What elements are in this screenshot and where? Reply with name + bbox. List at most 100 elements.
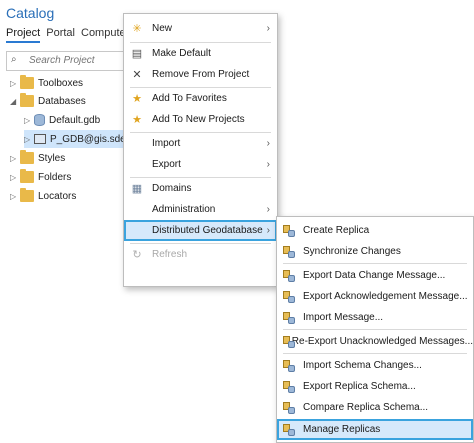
menu-item-label: Export Acknowledgement Message... [303,291,468,302]
submenu-arrow-icon: › [266,159,270,170]
menu-item-label: Export Data Change Message... [303,270,446,281]
menu-item-label: Export Replica Schema... [303,381,416,392]
submenu-item-export-replica-schema[interactable]: Export Replica Schema... [277,376,473,397]
menu-separator [283,263,467,264]
submenu-item-re-export-unacknowledged-messages[interactable]: Re-Export Unacknowledged Messages... [277,331,473,352]
menu-item-add-to-favorites[interactable]: ★ Add To Favorites [124,88,277,109]
submenu-arrow-icon: › [266,23,270,34]
manage-replicas-icon [283,423,295,436]
expand-caret-icon[interactable]: ▷ [24,116,34,125]
domains-icon: ▦ [131,183,143,195]
expand-caret-icon[interactable]: ▷ [24,135,34,144]
export-data-change-icon [283,269,295,282]
catalog-tabs: Project Portal Compute [6,27,126,43]
menu-separator [283,329,467,330]
menu-item-label: Import Message... [303,312,384,323]
search-box[interactable]: ⌕ [6,51,126,71]
geodatabase-icon [34,114,45,126]
menu-item-import[interactable]: Import › [124,133,277,154]
menu-item-label: Re-Export Unacknowledged Messages... [291,336,473,347]
tree-item-label: Styles [38,152,66,164]
tab-portal[interactable]: Portal [46,27,75,43]
collapse-caret-icon[interactable]: ◢ [10,97,20,106]
synchronize-changes-icon [283,245,295,258]
menu-item-label: Make Default [152,48,211,59]
export-schema-icon [283,380,295,393]
pane-title: Catalog [6,5,55,21]
tree-item-label: Folders [38,171,72,183]
submenu-arrow-icon: › [266,138,270,149]
menu-item-label: Import [152,138,181,149]
tree-item-label: Toolboxes [38,77,84,89]
submenu-arrow-icon: › [266,225,270,236]
menu-item-label: Compare Replica Schema... [303,402,429,413]
make-default-icon: ▤ [131,48,143,60]
submenu-item-manage-replicas[interactable]: Manage Replicas [277,419,473,440]
submenu-item-create-replica[interactable]: Create Replica [277,220,473,241]
submenu-item-synchronize-changes[interactable]: Synchronize Changes [277,241,473,262]
menu-item-add-to-new-projects[interactable]: ★ Add To New Projects [124,109,277,130]
tab-compute[interactable]: Compute [81,27,126,43]
expand-caret-icon[interactable]: ▷ [10,192,20,201]
tree-item-styles[interactable]: ▷ Styles [10,149,65,167]
tree-item-sde-connection[interactable]: ▷ P_GDB@gis.sde [24,130,126,148]
menu-item-label: Synchronize Changes [303,246,401,257]
menu-item-label: Refresh [152,249,188,260]
expand-caret-icon[interactable]: ▷ [10,154,20,163]
toolbox-folder-icon [20,75,34,89]
tree-item-label: Default.gdb [49,114,101,126]
submenu-item-export-acknowledgement-message[interactable]: Export Acknowledgement Message... [277,286,473,307]
import-message-icon [283,311,295,324]
menu-item-label: Create Replica [303,225,370,236]
menu-item-label: Export [152,159,181,170]
submenu-item-compare-replica-schema[interactable]: Compare Replica Schema... [277,397,473,418]
distributed-geodatabase-submenu: Create Replica Synchronize Changes Expor… [276,216,474,443]
refresh-icon: ↻ [132,249,142,261]
sde-connection-icon [34,134,46,144]
databases-folder-icon [20,93,34,107]
menu-item-new[interactable]: ✳ New › [124,18,277,39]
search-input[interactable] [27,54,126,67]
menu-item-label: Add To Favorites [152,93,227,104]
tree-item-locators[interactable]: ▷ Locators [10,187,76,205]
expand-caret-icon[interactable]: ▷ [10,173,20,182]
submenu-item-export-data-change-message[interactable]: Export Data Change Message... [277,265,473,286]
folders-folder-icon [20,169,34,183]
menu-item-make-default[interactable]: ▤ Make Default [124,43,277,64]
menu-item-label: Manage Replicas [303,424,381,435]
import-schema-icon [283,359,295,372]
menu-item-refresh[interactable]: ↻ Refresh [124,244,277,265]
new-icon: ✳ [132,23,142,35]
export-acknowledgement-icon [283,290,295,303]
menu-item-remove-from-project[interactable]: ✕ Remove From Project [124,64,277,85]
remove-icon: ✕ [132,69,142,81]
menu-item-domains[interactable]: ▦ Domains [124,178,277,199]
menu-item-export[interactable]: Export › [124,154,277,175]
re-export-messages-icon [283,335,295,348]
menu-item-distributed-geodatabase[interactable]: Distributed Geodatabase › [124,220,277,241]
submenu-item-import-schema-changes[interactable]: Import Schema Changes... [277,355,473,376]
locators-folder-icon [20,188,34,202]
tree-item-default-gdb[interactable]: ▷ Default.gdb [24,111,100,129]
menu-item-label: Remove From Project [152,69,250,80]
tree-item-label: Locators [38,190,77,202]
compare-schema-icon [283,401,295,414]
menu-item-label: New [152,23,173,34]
submenu-item-import-message[interactable]: Import Message... [277,307,473,328]
tree-item-folders[interactable]: ▷ Folders [10,168,71,186]
menu-item-administration[interactable]: Administration › [124,199,277,220]
tree-item-label: Databases [38,95,86,107]
tab-project[interactable]: Project [6,27,41,43]
tree-item-toolboxes[interactable]: ▷ Toolboxes [10,74,83,92]
expand-caret-icon[interactable]: ▷ [10,79,20,88]
menu-item-label: Domains [152,183,192,194]
tree-item-label: P_GDB@gis.sde [50,133,126,145]
context-menu: ✳ New › ▤ Make Default ✕ Remove From Pro… [123,13,278,287]
submenu-arrow-icon: › [266,204,270,215]
create-replica-icon [283,224,295,237]
menu-item-label: Administration [152,204,216,215]
menu-item-label: Add To New Projects [152,114,245,125]
tree-item-databases[interactable]: ◢ Databases [10,92,86,110]
search-icon: ⌕ [11,54,17,65]
menu-separator [283,353,467,354]
